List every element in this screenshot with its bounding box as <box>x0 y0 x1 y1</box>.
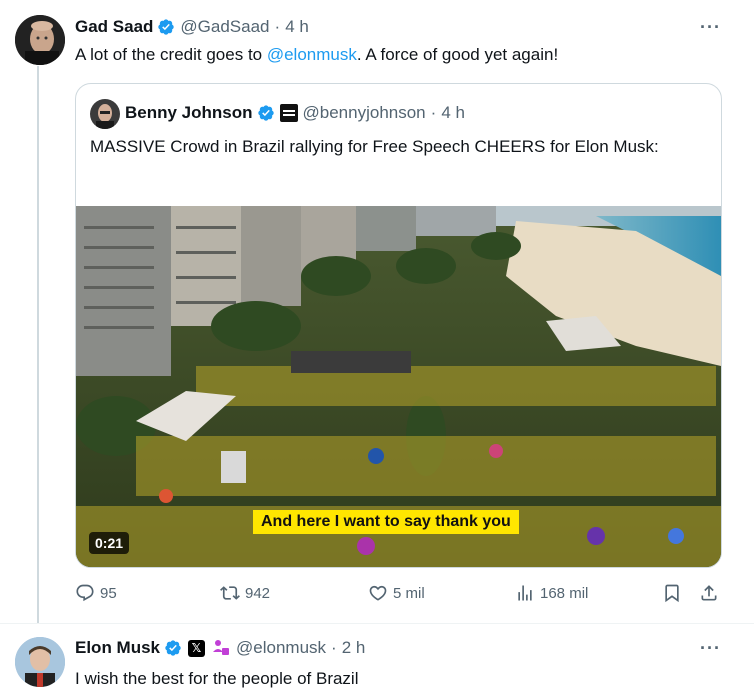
reply-icon <box>76 584 94 602</box>
verified-badge-icon <box>257 105 274 121</box>
heart-icon <box>369 585 387 601</box>
views-count: 168 mil <box>540 584 589 602</box>
quoted-post-card[interactable]: Benny Johnson @bennyjohnson · 4 h MASSIV… <box>75 83 722 568</box>
thread-connector-line <box>37 66 39 624</box>
reply-time[interactable]: 2 h <box>342 638 366 658</box>
post-header: Gad Saad @GadSaad · 4 h <box>75 17 309 37</box>
post-text-before: A lot of the credit goes to <box>75 45 267 64</box>
main-post[interactable]: Gad Saad @GadSaad · 4 h ··· A lot of the… <box>0 0 754 624</box>
more-options-button[interactable]: ··· <box>700 17 721 38</box>
verified-badge-icon <box>165 640 181 656</box>
author-avatar[interactable] <box>15 15 65 65</box>
reply-header: Elon Musk 𝕏 @elonmusk · 2 h <box>75 638 365 658</box>
repost-count: 942 <box>245 584 271 602</box>
repost-icon <box>220 586 240 600</box>
bookmark-button[interactable] <box>662 583 687 603</box>
share-icon <box>701 585 717 601</box>
repost-button[interactable]: 942 <box>220 583 270 603</box>
reply-author-handle[interactable]: @elonmusk <box>236 638 326 658</box>
author-name[interactable]: Gad Saad <box>75 17 153 37</box>
quote-author-handle[interactable]: @bennyjohnson <box>303 103 426 123</box>
author-handle[interactable]: @GadSaad <box>180 17 269 37</box>
like-button[interactable]: 5 mil <box>368 583 425 603</box>
separator-dot: · <box>274 17 281 36</box>
reply-author-avatar[interactable] <box>15 637 65 687</box>
quote-author-name[interactable]: Benny Johnson <box>125 103 253 123</box>
video-player[interactable]: 0:21 And here I want to say thank you <box>76 206 721 567</box>
government-badge-icon <box>213 640 230 655</box>
x-affiliate-badge-icon: 𝕏 <box>188 639 206 657</box>
quote-avatar-image <box>90 99 120 129</box>
like-count: 5 mil <box>393 584 425 602</box>
verified-badge-icon <box>158 19 175 35</box>
post-time[interactable]: 4 h <box>285 17 309 37</box>
quote-text: MASSIVE Crowd in Brazil rallying for Fre… <box>90 137 659 156</box>
more-options-button[interactable]: ··· <box>700 638 721 659</box>
post-text-after: . A force of good yet again! <box>356 45 559 64</box>
mention-link[interactable]: @elonmusk <box>267 45 357 64</box>
post-text: A lot of the credit goes to @elonmusk. A… <box>75 44 558 66</box>
video-duration: 0:21 <box>89 532 130 554</box>
separator-dot: · <box>331 638 337 657</box>
reply-count: 95 <box>100 584 117 602</box>
share-button[interactable] <box>699 583 724 603</box>
reply-text: I wish the best for the people of Brazil <box>75 669 359 688</box>
reply-author-name[interactable]: Elon Musk <box>75 638 160 658</box>
quote-author-avatar[interactable] <box>90 99 120 129</box>
reply-button[interactable]: 95 <box>75 583 117 603</box>
bookmark-icon <box>665 584 679 603</box>
separator-dot: · <box>430 103 437 122</box>
reply-avatar-image <box>15 637 65 687</box>
video-caption: And here I want to say thank you <box>253 510 519 534</box>
avatar-image <box>15 15 65 65</box>
affiliate-badge-icon <box>279 104 298 122</box>
views-button[interactable]: 168 mil <box>515 583 588 603</box>
views-icon <box>518 585 532 601</box>
quote-time[interactable]: 4 h <box>441 103 465 123</box>
action-bar: 95 942 5 mil 168 mil <box>75 583 735 609</box>
reply-post[interactable]: Elon Musk 𝕏 @elonmusk · 2 h ··· I wish t… <box>0 623 754 700</box>
quote-header: Benny Johnson @bennyjohnson · 4 h <box>125 103 465 123</box>
